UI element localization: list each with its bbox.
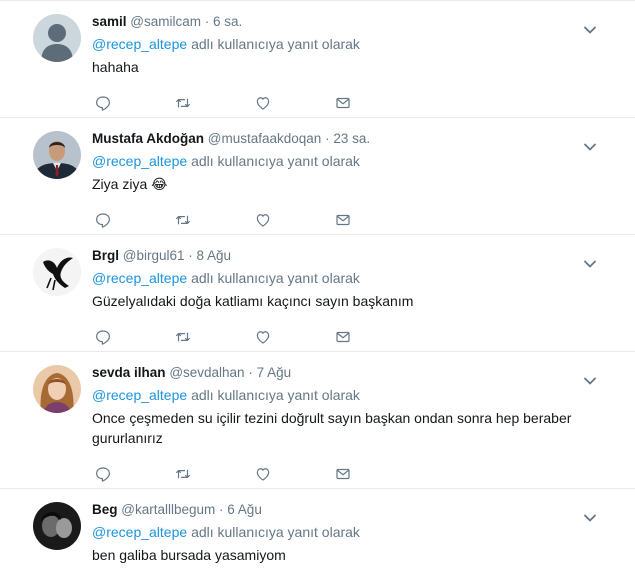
tweet-time[interactable]: · 8 Ağu	[188, 248, 231, 263]
tweet[interactable]: Mustafa Akdoğan @mustafaakdoqan · 23 sa.…	[0, 118, 635, 235]
author-handle[interactable]: @samilcam	[130, 14, 201, 29]
author-name[interactable]: Brgl	[92, 248, 119, 263]
author-name[interactable]: Beg	[92, 502, 118, 517]
tweet-text: hahaha	[92, 59, 139, 75]
like-button[interactable]	[252, 463, 332, 485]
reply-mention-link[interactable]: @recep_altepe	[92, 153, 187, 169]
direct-message-icon	[336, 214, 350, 226]
retweet-icon	[176, 215, 190, 225]
author-name[interactable]: Mustafa Akdoğan	[92, 131, 204, 146]
reply-context: @recep_altepe adlı kullanıcıya yanıt ola…	[92, 268, 619, 288]
avatar[interactable]	[33, 502, 81, 550]
tweet-header: Mustafa Akdoğan @mustafaakdoqan · 23 sa.	[92, 130, 619, 148]
tweet-time[interactable]: · 6 Ağu	[219, 502, 262, 517]
tweet-actions	[92, 83, 619, 123]
author-handle[interactable]: @birgul61	[123, 248, 185, 263]
reply-phrase: adlı kullanıcıya yanıt olarak	[191, 36, 360, 52]
tweet[interactable]: samil @samilcam · 6 sa. @recep_altepe ad…	[0, 1, 635, 118]
chevron-down-icon[interactable]	[583, 513, 597, 523]
like-icon	[256, 331, 270, 344]
tweet-actions	[92, 200, 619, 240]
tweet-header: Brgl @birgul61 · 8 Ağu	[92, 247, 619, 265]
reply-context: @recep_altepe adlı kullanıcıya yanıt ola…	[92, 522, 619, 542]
reply-phrase: adlı kullanıcıya yanıt olarak	[191, 270, 360, 286]
retweet-button[interactable]	[172, 209, 252, 231]
direct-message-icon	[336, 97, 350, 109]
reply-context: @recep_altepe adlı kullanıcıya yanıt ola…	[92, 34, 619, 54]
tweet[interactable]: sevda ilhan @sevdalhan · 7 Ağu @recep_al…	[0, 352, 635, 489]
author-handle[interactable]: @sevdalhan	[169, 365, 244, 380]
direct-message-button[interactable]	[332, 209, 412, 231]
tweet-time[interactable]: · 7 Ağu	[248, 365, 291, 380]
like-button[interactable]	[252, 92, 332, 114]
reply-icon	[96, 330, 110, 345]
tweet-header: Beg @kartalllbegum · 6 Ağu	[92, 501, 619, 519]
like-icon	[256, 97, 270, 110]
chevron-down-icon[interactable]	[583, 25, 597, 35]
like-button[interactable]	[252, 209, 332, 231]
reply-button[interactable]	[92, 463, 172, 485]
avatar[interactable]	[33, 248, 81, 296]
author-handle[interactable]: @kartalllbegum	[121, 502, 215, 517]
reply-button[interactable]	[92, 209, 172, 231]
reply-mention-link[interactable]: @recep_altepe	[92, 524, 187, 540]
tweet-actions	[92, 454, 619, 494]
direct-message-icon	[336, 331, 350, 343]
author-name[interactable]: samil	[92, 14, 127, 29]
reply-button[interactable]	[92, 92, 172, 114]
tweet[interactable]: Brgl @birgul61 · 8 Ağu @recep_altepe adl…	[0, 235, 635, 352]
direct-message-icon	[336, 468, 350, 480]
author-name[interactable]: sevda ilhan	[92, 365, 166, 380]
reply-icon	[96, 96, 110, 111]
avatar[interactable]	[33, 131, 81, 179]
avatar[interactable]	[33, 14, 81, 62]
retweet-button[interactable]	[172, 92, 252, 114]
tweet-actions	[92, 317, 619, 357]
tweet[interactable]: Beg @kartalllbegum · 6 Ağu @recep_altepe…	[0, 489, 635, 588]
reply-mention-link[interactable]: @recep_altepe	[92, 36, 187, 52]
tweet-header: sevda ilhan @sevdalhan · 7 Ağu	[92, 364, 619, 382]
reply-mention-link[interactable]: @recep_altepe	[92, 270, 187, 286]
reply-phrase: adlı kullanıcıya yanıt olarak	[191, 153, 360, 169]
tweet-text: Güzelyalıdaki doğa katliamı kaçıncı sayı…	[92, 293, 414, 309]
author-handle[interactable]: @mustafaakdoqan	[208, 131, 322, 146]
direct-message-button[interactable]	[332, 463, 412, 485]
chevron-down-icon[interactable]	[583, 376, 597, 386]
tweet-time[interactable]: · 6 sa.	[205, 14, 243, 29]
retweet-button[interactable]	[172, 463, 252, 485]
retweet-icon	[176, 332, 190, 342]
like-button[interactable]	[252, 326, 332, 348]
direct-message-button[interactable]	[332, 326, 412, 348]
replies-feed: samil @samilcam · 6 sa. @recep_altepe ad…	[0, 0, 635, 588]
tweet-text: Once çeşmeden su içilir tezini doğrult s…	[92, 410, 572, 446]
reply-context: @recep_altepe adlı kullanıcıya yanıt ola…	[92, 151, 619, 171]
retweet-icon	[176, 469, 190, 479]
tweet-text: Ziya ziya 😂	[92, 176, 168, 192]
direct-message-button[interactable]	[332, 92, 412, 114]
like-icon	[256, 214, 270, 227]
reply-icon	[96, 213, 110, 228]
retweet-button[interactable]	[172, 326, 252, 348]
tweet-text: ben galiba bursada yasamiyom	[92, 547, 286, 563]
avatar[interactable]	[33, 365, 81, 413]
reply-mention-link[interactable]: @recep_altepe	[92, 387, 187, 403]
reply-phrase: adlı kullanıcıya yanıt olarak	[191, 524, 360, 540]
reply-button[interactable]	[92, 326, 172, 348]
chevron-down-icon[interactable]	[583, 142, 597, 152]
retweet-icon	[176, 98, 190, 108]
tweet-time[interactable]: · 23 sa.	[325, 131, 370, 146]
tweet-header: samil @samilcam · 6 sa.	[92, 13, 619, 31]
like-icon	[256, 468, 270, 481]
reply-phrase: adlı kullanıcıya yanıt olarak	[191, 387, 360, 403]
reply-context: @recep_altepe adlı kullanıcıya yanıt ola…	[92, 385, 619, 405]
reply-icon	[96, 467, 110, 482]
chevron-down-icon[interactable]	[583, 259, 597, 269]
